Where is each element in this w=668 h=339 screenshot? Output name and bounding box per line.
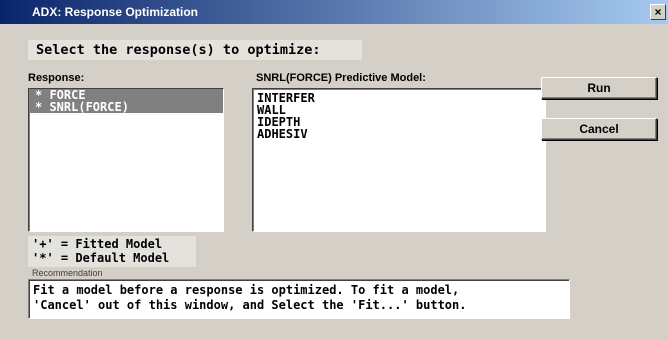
response-item-snrl-force[interactable]: * SNRL(FORCE) [29,101,223,113]
recommendation-line-2: 'Cancel' out of this window, and Select … [33,298,467,312]
predictive-model-listbox[interactable]: INTERFER WALL IDEPTH ADHESIV [252,88,546,232]
instruction-prompt: Select the response(s) to optimize: [28,40,362,60]
close-icon: × [654,5,662,19]
model-term-interfer[interactable]: INTERFER [253,92,545,104]
recommendation-line-1: Fit a model before a response is optimiz… [33,283,460,297]
legend-default-model: '*' = Default Model [28,250,196,267]
close-button[interactable]: × [650,4,666,20]
run-button[interactable]: Run [541,77,657,99]
cancel-button[interactable]: Cancel [541,118,657,140]
title-bar[interactable]: ADX: Response Optimization × [0,0,668,24]
recommendation-box: Fit a model before a response is optimiz… [28,279,570,319]
window-title: ADX: Response Optimization [32,5,199,19]
response-optimization-window: ADX: Response Optimization × Select the … [0,0,668,339]
model-term-adhesiv[interactable]: ADHESIV [253,128,545,140]
model-list-label: SNRL(FORCE) Predictive Model: [256,72,426,84]
response-listbox[interactable]: * FORCE * SNRL(FORCE) [28,88,224,232]
recommendation-label: Recommendation [32,268,103,278]
response-list-label: Response: [28,72,85,84]
